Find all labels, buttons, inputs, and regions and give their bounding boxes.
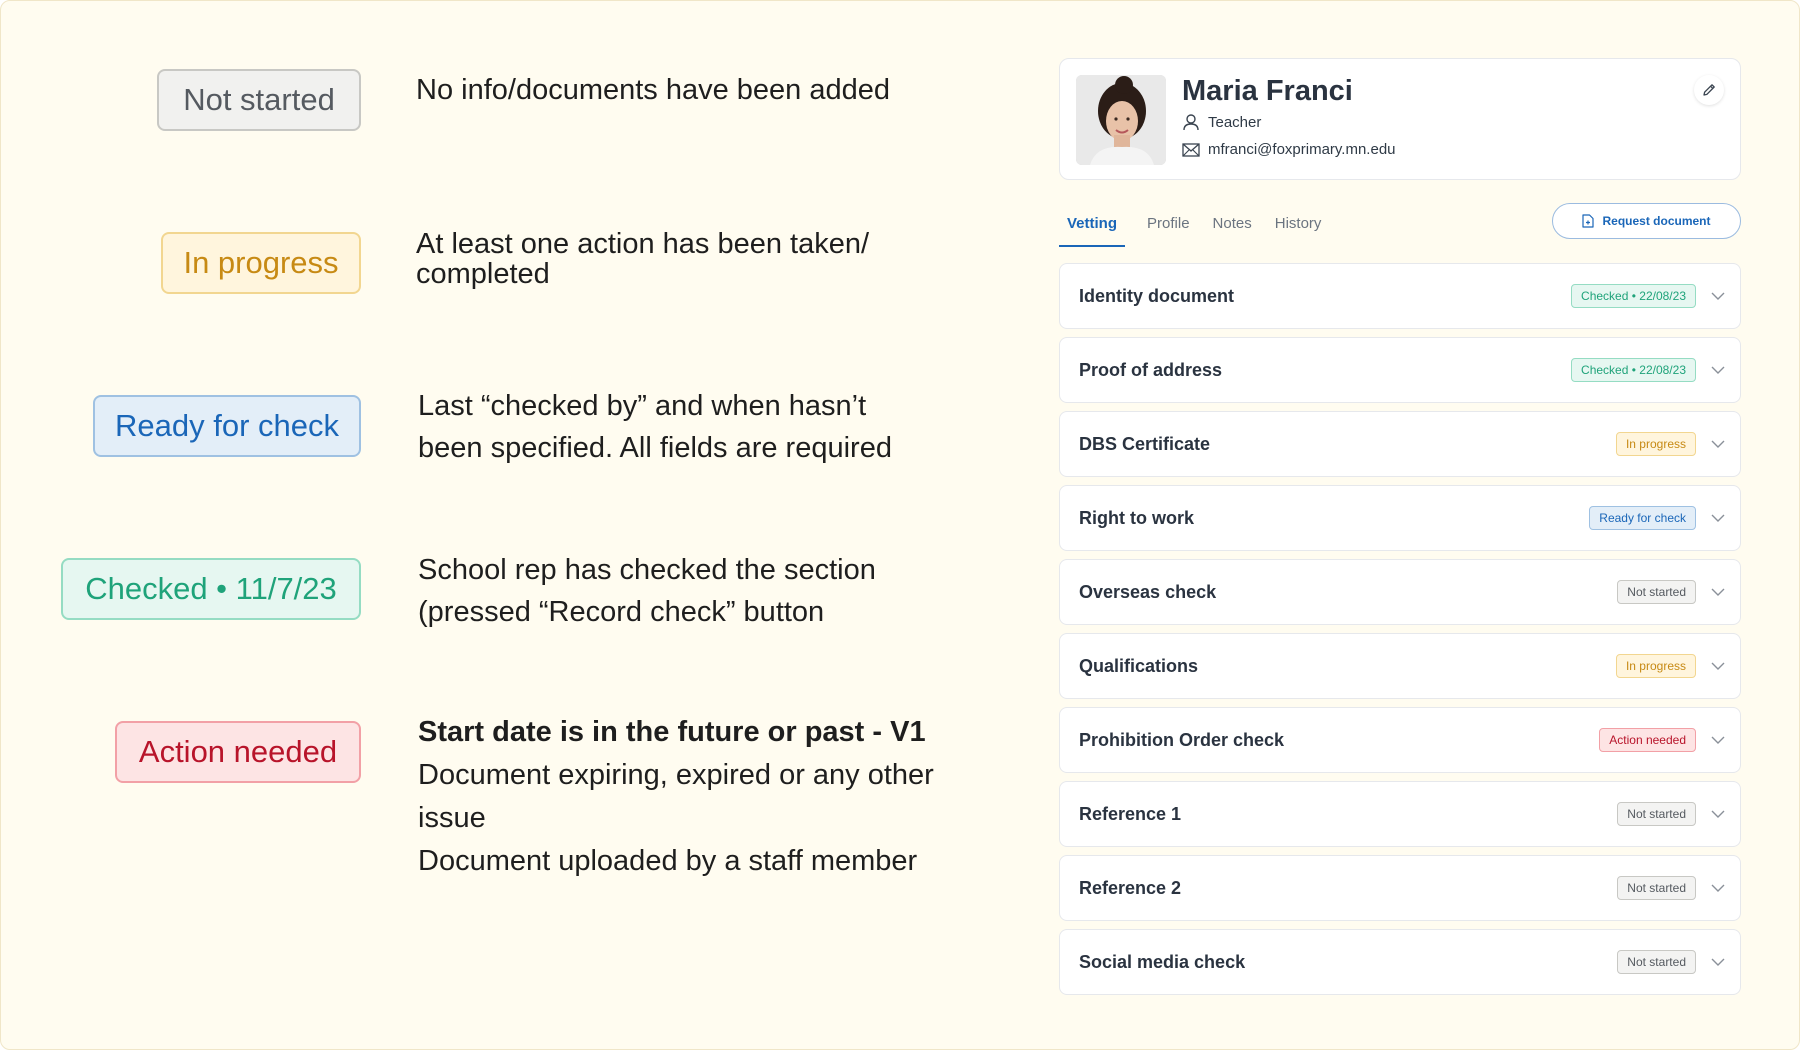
- section-row[interactable]: Proof of address Checked • 22/08/23: [1059, 337, 1741, 403]
- tab-notes[interactable]: Notes: [1205, 201, 1267, 247]
- chevron-down-icon[interactable]: [1710, 954, 1726, 970]
- profile-email: mfranci@foxprimary.mn.edu: [1182, 141, 1396, 158]
- section-row[interactable]: Identity document Checked • 22/08/23: [1059, 263, 1741, 329]
- section-row-right: In progress: [1615, 654, 1726, 678]
- section-row-right: Checked • 22/08/23: [1571, 358, 1726, 382]
- section-row[interactable]: Social media check Not started: [1059, 929, 1741, 995]
- legend-badge-checked: Checked • 11/7/23: [61, 558, 361, 620]
- edit-button[interactable]: [1694, 75, 1724, 105]
- chevron-down-icon[interactable]: [1710, 806, 1726, 822]
- legend-desc-action-line: Document uploaded by a staff member: [418, 845, 918, 877]
- user-icon: [1183, 114, 1199, 131]
- canvas: Not started No info/documents have been …: [0, 0, 1800, 1050]
- profile-email-label: mfranci@foxprimary.mn.edu: [1208, 141, 1396, 158]
- tab-vetting[interactable]: Vetting: [1059, 201, 1126, 247]
- chevron-down-icon[interactable]: [1710, 880, 1726, 896]
- document-plus-icon: [1582, 214, 1595, 228]
- person-photo-icon: [1076, 75, 1166, 165]
- legend-desc-checked: School rep has checked the section (pres…: [418, 554, 876, 628]
- section-row-right: Checked • 22/08/23: [1571, 284, 1726, 308]
- status-badge: Ready for check: [1589, 506, 1696, 530]
- chevron-down-icon[interactable]: [1710, 510, 1726, 526]
- section-row-right: Not started: [1617, 580, 1726, 604]
- section-row-right: Not started: [1617, 950, 1726, 974]
- status-badge: Not started: [1617, 950, 1696, 974]
- status-badge: In progress: [1615, 654, 1696, 678]
- legend-desc-not-started: No info/documents have been added: [416, 74, 891, 106]
- profile-role: Teacher: [1182, 113, 1261, 131]
- section-title: Right to work: [1079, 507, 1194, 528]
- section-row-right: In progress: [1615, 432, 1726, 456]
- chevron-down-icon[interactable]: [1710, 658, 1726, 674]
- section-row[interactable]: DBS Certificate In progress: [1059, 411, 1741, 477]
- status-badge: Not started: [1617, 580, 1696, 604]
- legend-desc-action-line: Document expiring, expired or any other …: [418, 759, 934, 834]
- section-title: Overseas check: [1079, 581, 1217, 602]
- status-badge: Action needed: [1599, 728, 1696, 752]
- legend-badge-action-needed: Action needed: [115, 721, 361, 783]
- status-badge: Not started: [1617, 802, 1696, 826]
- section-row[interactable]: Reference 2 Not started: [1059, 855, 1741, 921]
- chevron-down-icon[interactable]: [1710, 288, 1726, 304]
- legend-desc-ready-for-check: Last “checked by” and when hasn’t been s…: [418, 390, 892, 464]
- legend-desc-in-progress: At least one action has been taken/ comp…: [416, 228, 870, 290]
- section-row-right: Ready for check: [1589, 506, 1726, 530]
- tab-history[interactable]: History: [1267, 201, 1337, 247]
- section-title: Social media check: [1079, 951, 1246, 972]
- profile-card: Maria Franci Teacher mfranci@foxprimary.…: [1059, 58, 1741, 180]
- profile-name: Maria Franci: [1182, 75, 1353, 107]
- legend-desc-action-needed: Start date is in the future or past - V1…: [418, 711, 958, 883]
- status-badge: Not started: [1617, 876, 1696, 900]
- section-title: Qualifications: [1079, 655, 1199, 676]
- chevron-down-icon[interactable]: [1710, 732, 1726, 748]
- section-row[interactable]: Right to work Ready for check: [1059, 485, 1741, 551]
- section-row[interactable]: Qualifications In progress: [1059, 633, 1741, 699]
- status-badge: Checked • 22/08/23: [1571, 284, 1696, 308]
- section-title: Prohibition Order check: [1079, 729, 1285, 750]
- section-row-right: Not started: [1617, 802, 1726, 826]
- pencil-icon: [1703, 84, 1715, 96]
- request-document-button[interactable]: Request document: [1552, 203, 1741, 239]
- section-title: Proof of address: [1079, 359, 1223, 380]
- section-row[interactable]: Overseas check Not started: [1059, 559, 1741, 625]
- legend-desc-action-bold: Start date is in the future or past - V1: [418, 716, 926, 748]
- legend-badge-not-started: Not started: [157, 69, 361, 131]
- section-row-right: Not started: [1617, 876, 1726, 900]
- section-title: Identity document: [1079, 285, 1235, 306]
- avatar: [1076, 75, 1166, 165]
- status-badge: In progress: [1615, 432, 1696, 456]
- chevron-down-icon[interactable]: [1710, 436, 1726, 452]
- status-badge: Checked • 22/08/23: [1571, 358, 1696, 382]
- profile-role-label: Teacher: [1208, 113, 1262, 131]
- mail-icon: [1182, 142, 1200, 157]
- tab-bar: Vetting Profile Notes History: [1059, 201, 1336, 247]
- section-title: DBS Certificate: [1079, 433, 1211, 454]
- legend-badge-in-progress: In progress: [161, 232, 361, 294]
- section-row-right: Action needed: [1599, 728, 1726, 752]
- request-document-label: Request document: [1602, 214, 1711, 228]
- tab-profile[interactable]: Profile: [1139, 201, 1205, 247]
- section-row[interactable]: Reference 1 Not started: [1059, 781, 1741, 847]
- legend-badge-ready-for-check: Ready for check: [93, 395, 361, 457]
- chevron-down-icon[interactable]: [1710, 362, 1726, 378]
- section-title: Reference 1: [1079, 803, 1182, 824]
- chevron-down-icon[interactable]: [1710, 584, 1726, 600]
- section-row[interactable]: Prohibition Order check Action needed: [1059, 707, 1741, 773]
- section-title: Reference 2: [1079, 877, 1182, 898]
